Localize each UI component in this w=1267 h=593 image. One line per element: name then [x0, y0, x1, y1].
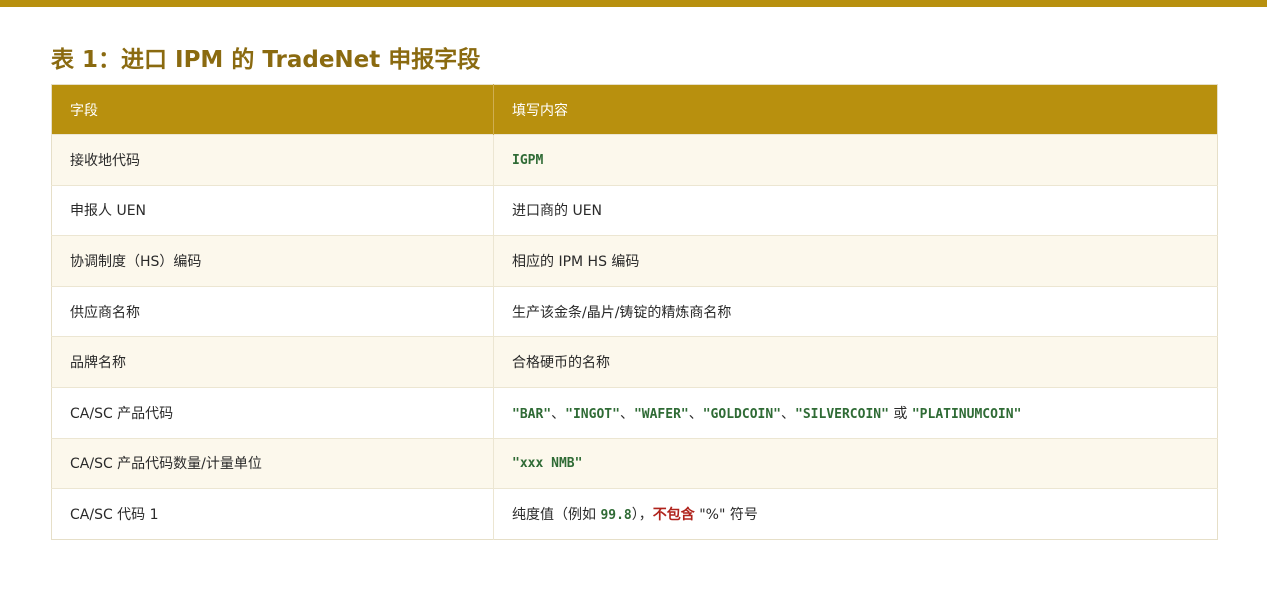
field-cell: CA/SC 产品代码数量/计量单位	[51, 437, 494, 489]
code-value: "INGOT"	[565, 406, 620, 422]
content-cell: 合格硬币的名称	[493, 336, 1218, 388]
content-cell: "xxx NMB"	[493, 437, 1218, 489]
content-cell: 相应的 IPM HS 编码	[493, 235, 1218, 287]
table-title: 表 1：进口 IPM 的 TradeNet 申报字段	[51, 47, 481, 73]
code-value: "SILVERCOIN"	[795, 406, 889, 422]
table-row: 品牌名称 合格硬币的名称	[51, 336, 1218, 388]
top-accent-bar	[0, 0, 1267, 7]
code-value: "PLATINUMCOIN"	[911, 406, 1022, 422]
table-row: CA/SC 产品代码数量/计量单位 "xxx NMB"	[51, 437, 1218, 489]
table-row: 接收地代码 IGPM	[51, 134, 1218, 186]
text-middle: ），	[631, 506, 653, 523]
field-cell: 品牌名称	[51, 336, 494, 388]
content-cell: IGPM	[493, 134, 1218, 186]
field-cell: 接收地代码	[51, 134, 494, 186]
table-row: 申报人 UEN 进口商的 UEN	[51, 184, 1218, 236]
list-separator: 、	[781, 405, 796, 422]
tradenet-fields-table: 字段 填写内容 接收地代码 IGPM 申报人 UEN 进口商的 UEN 协调制度…	[51, 84, 1218, 540]
warning-text: 不包含	[652, 506, 695, 523]
list-separator: 、	[551, 405, 566, 422]
or-word: 或	[893, 405, 908, 422]
field-cell: CA/SC 产品代码	[51, 386, 494, 439]
field-cell: 协调制度（HS）编码	[51, 235, 494, 287]
list-separator: 、	[619, 405, 634, 422]
field-cell: CA/SC 代码 1	[51, 488, 494, 540]
content-cell: 纯度值（例如 99.8），不包含 "%" 符号	[493, 488, 1218, 540]
table-header-row: 字段 填写内容	[51, 84, 1218, 135]
code-value: "WAFER"	[633, 406, 689, 422]
code-value: "xxx NMB"	[512, 456, 583, 472]
table-row: CA/SC 代码 1 纯度值（例如 99.8），不包含 "%" 符号	[51, 488, 1218, 540]
table-row: 协调制度（HS）编码 相应的 IPM HS 编码	[51, 235, 1218, 287]
code-value: 99.8	[600, 507, 632, 523]
code-value: "GOLDCOIN"	[702, 406, 782, 422]
content-cell: "BAR"、"INGOT"、"WAFER"、"GOLDCOIN"、"SILVER…	[493, 386, 1218, 439]
table-row: 供应商名称 生产该金条/晶片/铸锭的精炼商名称	[51, 285, 1218, 337]
text-prefix: 纯度值（例如	[512, 506, 596, 523]
content-cell: 生产该金条/晶片/铸锭的精炼商名称	[493, 285, 1218, 337]
field-cell: 申报人 UEN	[51, 184, 494, 236]
code-value: "BAR"	[512, 406, 552, 422]
field-cell: 供应商名称	[51, 285, 494, 337]
list-separator: 、	[688, 405, 703, 422]
table-row: CA/SC 产品代码 "BAR"、"INGOT"、"WAFER"、"GOLDCO…	[51, 386, 1218, 439]
content-cell: 进口商的 UEN	[493, 184, 1218, 236]
column-header-content: 填写内容	[493, 84, 1218, 135]
column-header-field: 字段	[51, 84, 494, 135]
text-suffix: "%" 符号	[699, 506, 758, 523]
code-value: IGPM	[512, 152, 544, 168]
